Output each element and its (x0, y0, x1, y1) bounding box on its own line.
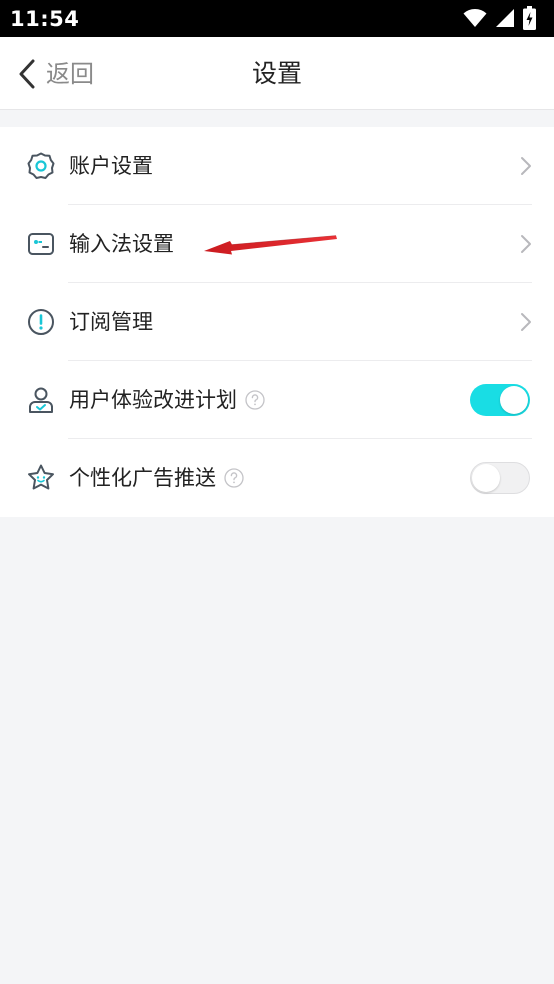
ux-improvement-toggle[interactable] (470, 384, 530, 416)
status-bar: 11:54 (0, 0, 554, 37)
help-icon[interactable] (245, 390, 265, 410)
chevron-right-icon (520, 234, 532, 254)
settings-item-label-text: 用户体验改进计划 (69, 388, 237, 412)
keyboard-card-icon (26, 229, 56, 259)
settings-item-label: 订阅管理 (69, 310, 153, 334)
page-title: 设置 (251, 59, 302, 88)
status-icons (463, 6, 536, 30)
status-time: 11:54 (10, 7, 80, 31)
settings-item-account[interactable]: 账户设置 (0, 127, 554, 205)
settings-list: 账户设置 输入法设置 订阅管理 用户体验改进计划 个性化广告推送 (0, 127, 554, 517)
toggle-knob (500, 386, 528, 414)
exclamation-icon (26, 307, 56, 337)
star-face-icon (26, 463, 56, 493)
settings-item-label: 个性化广告推送 (69, 459, 244, 497)
settings-item-ux-improvement: 用户体验改进计划 (0, 361, 554, 439)
personalized-ads-toggle[interactable] (470, 462, 530, 494)
settings-item-personalized-ads: 个性化广告推送 (0, 439, 554, 517)
settings-item-input-method[interactable]: 输入法设置 (0, 205, 554, 283)
settings-item-label: 账户设置 (69, 154, 153, 178)
user-check-icon (26, 385, 56, 415)
chevron-right-icon (520, 156, 532, 176)
toggle-knob (472, 464, 500, 492)
settings-item-subscription[interactable]: 订阅管理 (0, 283, 554, 361)
help-icon[interactable] (224, 468, 244, 488)
gear-icon (26, 151, 56, 181)
battery-icon (523, 6, 536, 30)
settings-item-label-text: 个性化广告推送 (69, 466, 216, 490)
settings-item-label: 输入法设置 (69, 232, 174, 256)
settings-item-label: 用户体验改进计划 (69, 381, 265, 419)
nav-bar: 返回 设置 (0, 37, 554, 110)
signal-icon (495, 8, 515, 28)
chevron-right-icon (520, 312, 532, 332)
wifi-icon (463, 8, 487, 28)
